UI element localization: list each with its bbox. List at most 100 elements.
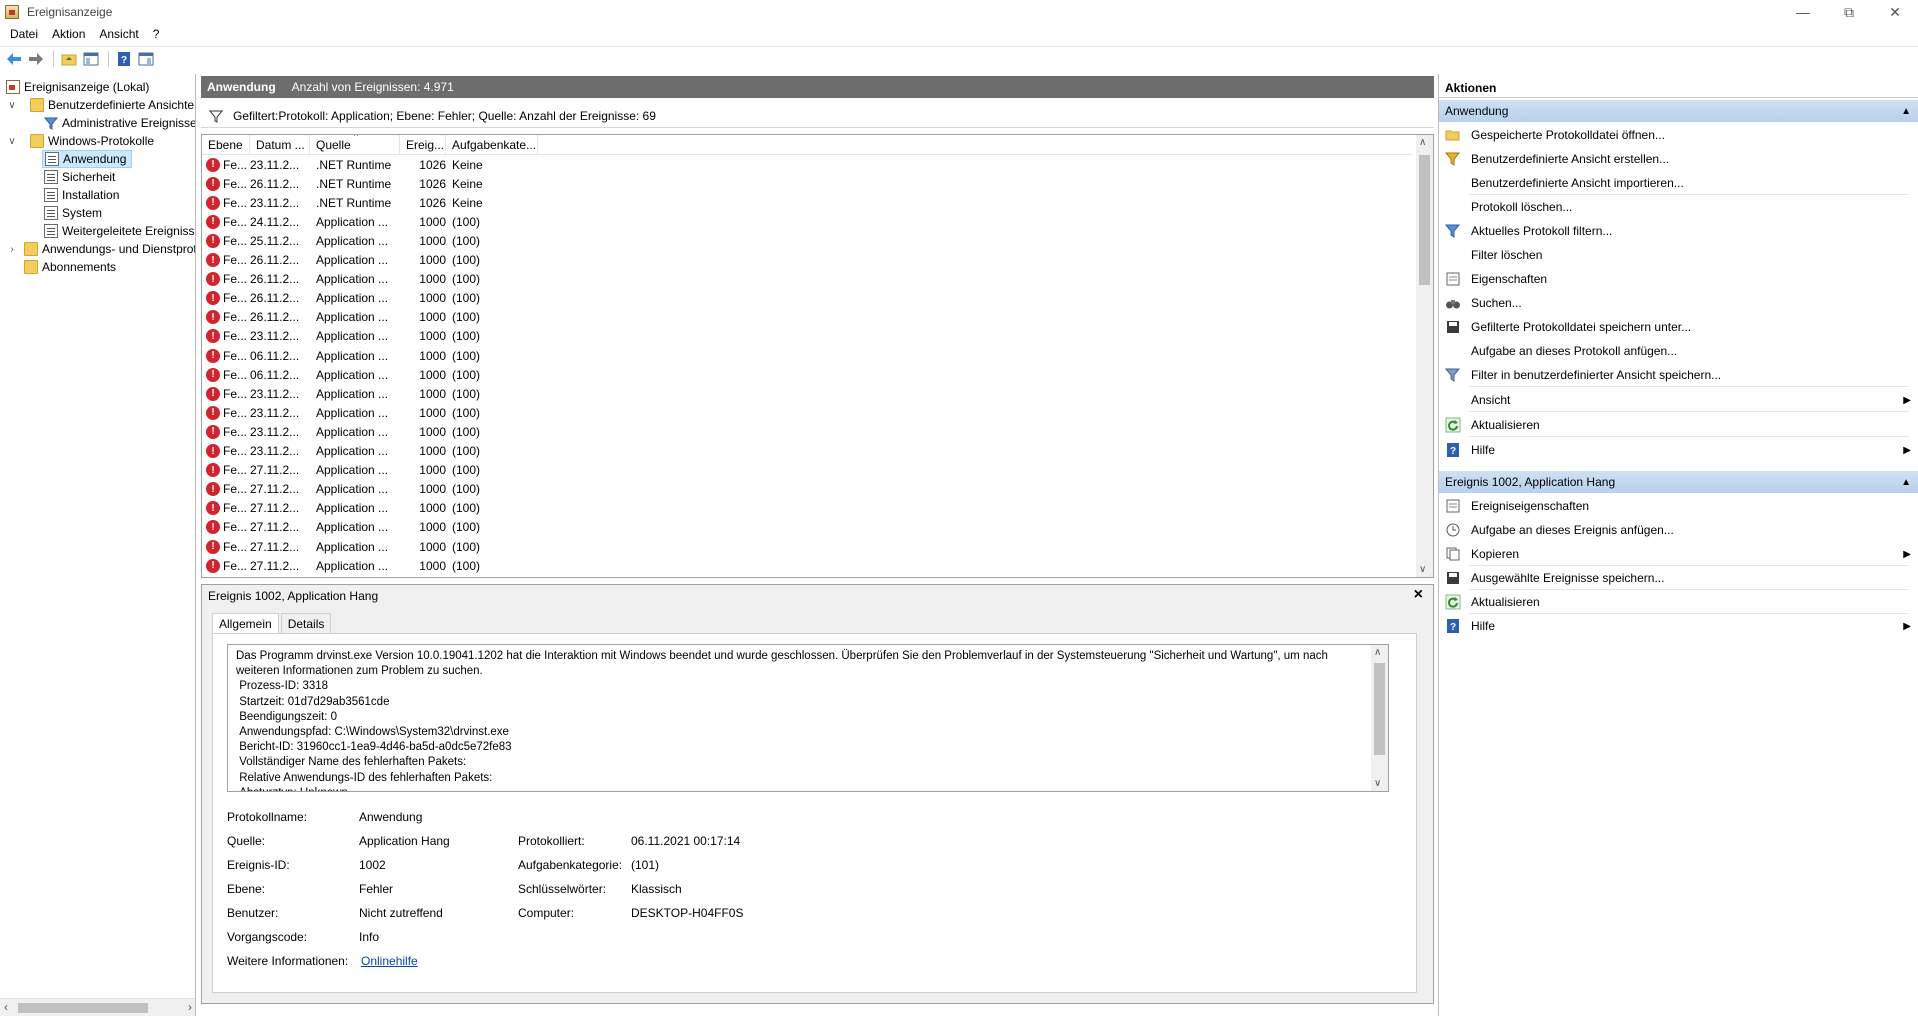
action-item[interactable]: ? Hilfe ▶ bbox=[1439, 615, 1918, 637]
tree-item-subscriptions[interactable]: Abonnements bbox=[24, 258, 116, 276]
action-item[interactable]: Filter in benutzerdefinierter Ansicht sp… bbox=[1439, 364, 1918, 386]
scroll-right-icon[interactable]: › bbox=[188, 1000, 192, 1014]
table-row[interactable]: ! Fe... 23.11.2... Application ... 1000 (100) bbox=[202, 422, 1412, 441]
action-item[interactable]: Eigenschaften bbox=[1439, 268, 1918, 290]
tab-general[interactable]: Allgemein bbox=[212, 613, 279, 633]
cell-text: Fe... bbox=[223, 272, 248, 287]
restore-button[interactable]: ⧉ bbox=[1826, 0, 1872, 24]
back-button[interactable] bbox=[4, 49, 24, 69]
table-row[interactable]: ! Fe... 26.11.2... Application ... 1000 (100) bbox=[202, 289, 1412, 308]
menu-ansicht[interactable]: Ansicht bbox=[93, 27, 146, 41]
menu-datei[interactable]: Datei bbox=[4, 27, 46, 41]
scroll-up-icon[interactable]: ∧ bbox=[1374, 647, 1381, 658]
up-folder-button[interactable] bbox=[59, 49, 79, 69]
collapse-icon[interactable]: ▲ bbox=[1901, 106, 1911, 117]
action-item[interactable]: Gefilterte Protokolldatei speichern unte… bbox=[1439, 316, 1918, 338]
action-item[interactable]: Ausgewählte Ereignisse speichern... bbox=[1439, 567, 1918, 589]
tab-details[interactable]: Details bbox=[280, 613, 332, 633]
action-item[interactable]: Aktualisieren bbox=[1439, 591, 1918, 613]
tree-item-installation[interactable]: Installation bbox=[44, 186, 119, 204]
column-header-date[interactable]: Datum ... bbox=[250, 135, 310, 155]
table-row[interactable]: ! Fe... 27.11.2... Application ... 1000 (100) bbox=[202, 461, 1412, 480]
action-item[interactable]: Protokoll löschen... bbox=[1439, 196, 1918, 218]
tree-item-security[interactable]: Sicherheit bbox=[44, 168, 115, 186]
close-icon[interactable]: × bbox=[1414, 586, 1423, 604]
action-item[interactable]: Benutzerdefinierte Ansicht erstellen... bbox=[1439, 148, 1918, 170]
table-row[interactable]: ! Fe... 27.11.2... Application ... 1000 (100) bbox=[202, 499, 1412, 518]
menu-aktion[interactable]: Aktion bbox=[46, 27, 93, 41]
column-header-level[interactable]: Ebene bbox=[202, 135, 250, 155]
opcode-label: Vorgangscode: bbox=[227, 930, 308, 944]
scrollbar-thumb[interactable] bbox=[18, 1003, 148, 1013]
scrollbar-thumb[interactable] bbox=[1419, 155, 1430, 285]
close-window-button[interactable]: ✕ bbox=[1872, 0, 1918, 24]
table-row[interactable]: ! Fe... 27.11.2... Application ... 1000 (100) bbox=[202, 556, 1412, 575]
table-row[interactable]: ! Fe... 26.11.2... Application ... 1000 (100) bbox=[202, 308, 1412, 327]
action-item[interactable]: Aktualisieren bbox=[1439, 414, 1918, 436]
action-item[interactable]: Ereigniseigenschaften bbox=[1439, 495, 1918, 517]
table-row[interactable]: ! Fe... 06.11.2... Application ... 1000 (100) bbox=[202, 365, 1412, 384]
tree-item-root[interactable]: Ereignisanzeige (Lokal) bbox=[6, 78, 149, 96]
table-row[interactable]: ! Fe... 26.11.2... Application ... 1000 (100) bbox=[202, 251, 1412, 270]
cell-text: 1000 bbox=[419, 463, 446, 478]
actions-section-event[interactable]: Ereignis 1002, Application Hang ▲ bbox=[1439, 471, 1918, 493]
table-row[interactable]: ! Fe... 23.11.2... .NET Runtime 1026 Keine bbox=[202, 155, 1412, 174]
column-header-event-id[interactable]: Ereig... bbox=[400, 135, 446, 155]
table-row[interactable]: ! Fe... 23.11.2... .NET Runtime 1026 Keine bbox=[202, 193, 1412, 212]
action-item[interactable]: Benutzerdefinierte Ansicht importieren..… bbox=[1439, 172, 1918, 194]
scroll-up-icon[interactable]: ∧ bbox=[1419, 137, 1426, 148]
show-hide-tree-button[interactable] bbox=[81, 49, 101, 69]
description-scrollbar[interactable]: ∧ ∨ bbox=[1371, 645, 1388, 791]
action-item[interactable]: ? Hilfe ▶ bbox=[1439, 439, 1918, 461]
actions-section-application[interactable]: Anwendung ▲ bbox=[1439, 100, 1918, 122]
action-item[interactable]: Aufgabe an dieses Protokoll anfügen... bbox=[1439, 340, 1918, 362]
action-item[interactable]: Ansicht ▶ bbox=[1439, 389, 1918, 411]
table-vertical-scrollbar[interactable]: ∧ ∨ bbox=[1416, 135, 1433, 577]
table-row[interactable]: ! Fe... 27.11.2... Application ... 1000 (100) bbox=[202, 518, 1412, 537]
menu-help[interactable]: ? bbox=[147, 27, 168, 41]
tree-item-windows-logs[interactable]: ∨ Windows-Protokolle bbox=[6, 132, 154, 150]
chevron-down-icon[interactable]: ∨ bbox=[6, 136, 18, 147]
chevron-down-icon[interactable]: ∨ bbox=[6, 100, 18, 111]
online-help-link[interactable]: Onlinehilfe bbox=[361, 954, 418, 968]
table-row[interactable]: ! Fe... 26.11.2... .NET Runtime 1026 Keine bbox=[202, 174, 1412, 193]
table-row[interactable]: ! Fe... 27.11.2... Application ... 1000 (100) bbox=[202, 537, 1412, 556]
table-row[interactable]: ! Fe... 26.11.2... Application ... 1000 (100) bbox=[202, 270, 1412, 289]
tree-item-custom-views[interactable]: ∨ Benutzerdefinierte Ansichten bbox=[6, 96, 195, 114]
action-item[interactable]: Aufgabe an dieses Ereignis anfügen... bbox=[1439, 519, 1918, 541]
table-row[interactable]: ! Fe... 27.11.2... Application ... 1000 (100) bbox=[202, 480, 1412, 499]
tree-horizontal-scrollbar[interactable]: ‹ › bbox=[0, 998, 195, 1016]
collapse-icon[interactable]: ▲ bbox=[1901, 477, 1911, 488]
scroll-down-icon[interactable]: ∨ bbox=[1374, 778, 1381, 789]
event-description-box[interactable]: Das Programm drvinst.exe Version 10.0.19… bbox=[227, 644, 1389, 792]
show-hide-actions-button[interactable] bbox=[136, 49, 156, 69]
table-row[interactable]: ! Fe... 24.11.2... Application ... 1000 (100) bbox=[202, 212, 1412, 231]
tree-item-app-services[interactable]: › Anwendungs- und Dienstprotokolle bbox=[6, 240, 195, 258]
help-toolbar-button[interactable]: ? bbox=[114, 49, 134, 69]
table-row[interactable]: ! Fe... 23.11.2... Application ... 1000 (100) bbox=[202, 442, 1412, 461]
scroll-left-icon[interactable]: ‹ bbox=[4, 1000, 8, 1014]
chevron-right-icon[interactable]: › bbox=[6, 244, 18, 255]
column-header-task-category[interactable]: Aufgabenkate... bbox=[446, 135, 538, 155]
table-row[interactable]: ! Fe... 23.11.2... Application ... 1000 (100) bbox=[202, 384, 1412, 403]
minimize-button[interactable]: — bbox=[1780, 0, 1826, 24]
action-item[interactable]: Aktuelles Protokoll filtern... bbox=[1439, 220, 1918, 242]
scroll-down-icon[interactable]: ∨ bbox=[1419, 564, 1426, 575]
cell-task-category: (100) bbox=[452, 499, 538, 518]
error-icon: ! bbox=[206, 310, 220, 325]
table-row[interactable]: ! Fe... 06.11.2... Application ... 1000 (100) bbox=[202, 346, 1412, 365]
table-row[interactable]: ! Fe... 23.11.2... Application ... 1000 (100) bbox=[202, 327, 1412, 346]
tree-item-system[interactable]: System bbox=[44, 204, 102, 222]
table-row[interactable]: ! Fe... 25.11.2... Application ... 1000 (100) bbox=[202, 231, 1412, 250]
tree-item-application[interactable]: Anwendung bbox=[42, 150, 132, 168]
action-item[interactable]: Kopieren ▶ bbox=[1439, 543, 1918, 565]
scrollbar-thumb[interactable] bbox=[1374, 663, 1385, 755]
forward-button[interactable] bbox=[26, 49, 46, 69]
action-item[interactable]: Gespeicherte Protokolldatei öffnen... bbox=[1439, 124, 1918, 146]
action-item[interactable]: Suchen... bbox=[1439, 292, 1918, 314]
cell-date: 27.11.2... bbox=[250, 556, 310, 575]
action-item[interactable]: Filter löschen bbox=[1439, 244, 1918, 266]
tree-item-admin-events[interactable]: Administrative Ereignisse bbox=[44, 114, 195, 132]
table-row[interactable]: ! Fe... 23.11.2... Application ... 1000 (100) bbox=[202, 403, 1412, 422]
tree-item-forwarded[interactable]: Weitergeleitete Ereignisse bbox=[44, 222, 195, 240]
